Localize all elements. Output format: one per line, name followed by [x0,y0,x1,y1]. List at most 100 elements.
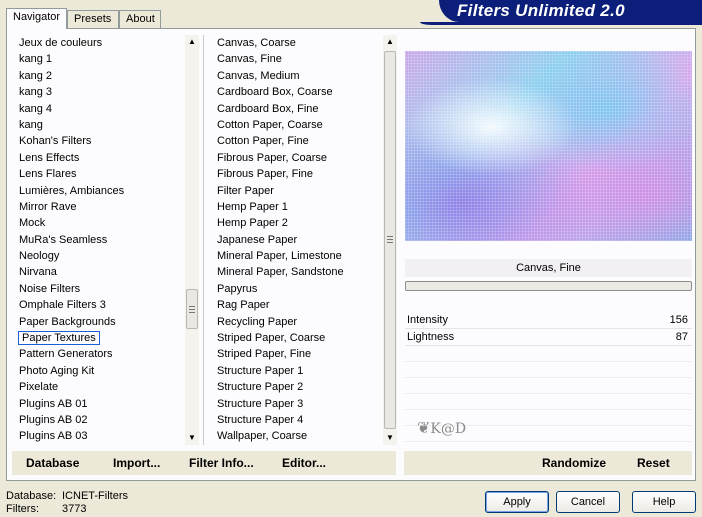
list-item[interactable]: Lens Flares [15,166,183,182]
list-item[interactable]: Cotton Paper, Coarse [213,117,381,133]
list-item[interactable]: Mineral Paper, Sandstone [213,264,381,280]
list-item[interactable]: Mirror Rave [15,199,183,215]
list-item[interactable]: kang [15,117,183,133]
scroll-thumb[interactable] [186,289,198,329]
cat-icon: ❦ [417,418,431,437]
list-item[interactable]: Japanese Paper [213,232,381,248]
list-item-label: Hemp Paper 2 [217,217,288,230]
list-item-label: Plugins AB 01 [19,397,88,410]
import-button[interactable]: Import... [113,456,160,470]
list-item[interactable]: Canvas, Coarse [213,35,381,51]
list-item[interactable]: Neology [15,248,183,264]
cancel-button[interactable]: Cancel [556,491,620,513]
tab-navigator[interactable]: Navigator [6,8,67,29]
list-item-label: Mock [19,217,46,230]
category-list[interactable]: Jeux de couleurs kang 1 kang 2 kang 3 kang 4… [15,35,183,445]
list-item-label: Lumières, Ambiances [19,184,125,197]
list-item[interactable]: Cardboard Box, Coarse [213,84,381,100]
database-label: Database: [6,490,57,502]
list-item[interactable]: kang 3 [15,84,183,100]
list-item[interactable]: Lens Effects [15,150,183,166]
banner-stripe [420,22,702,25]
list-item-label: Jeux de couleurs [19,37,103,49]
list-item[interactable]: kang 4 [15,101,183,117]
list-item[interactable]: Canvas, Medium [213,68,381,84]
list-item[interactable]: Noise Filters [15,281,183,297]
param-lightness[interactable]: Lightness 87 [405,329,692,346]
category-scrollbar[interactable]: ▲ ▼ [185,35,199,445]
database-button[interactable]: Database [26,456,79,470]
list-item[interactable]: Nirvana [15,264,183,280]
list-item[interactable]: Mock [15,215,183,231]
list-item[interactable]: Hemp Paper 1 [213,199,381,215]
filter-scrollbar[interactable]: ▲ ▼ [383,35,397,445]
apply-button[interactable]: Apply [485,491,549,513]
list-item[interactable]: Structure Paper 4 [213,412,381,428]
list-item[interactable]: Fibrous Paper, Coarse [213,150,381,166]
list-item-label: Plugins AB 02 [19,413,88,426]
list-item[interactable]: Plugins AB 02 [15,412,183,428]
list-item[interactable]: Striped Paper, Fine [213,346,381,362]
reset-button[interactable]: Reset [637,456,670,470]
list-item[interactable]: Kohan's Filters [15,133,183,149]
list-item[interactable]: kang 1 [15,51,183,67]
randomize-button[interactable]: Randomize [542,456,606,470]
list-item-label: Mineral Paper, Sandstone [217,266,344,279]
list-item[interactable]: Paper Textures [15,330,183,346]
list-item[interactable]: Lumières, Ambiances [15,183,183,199]
list-item-label: Kohan's Filters [19,135,92,148]
right-toolbar: Randomize Reset [404,451,692,475]
list-item[interactable]: Structure Paper 3 [213,396,381,412]
list-item[interactable]: Filter Paper [213,183,381,199]
list-item[interactable]: Recycling Paper [213,314,381,330]
list-item[interactable]: MuRa's Seamless [15,232,183,248]
tab-about[interactable]: About [119,10,161,28]
list-item-label: Filter Paper [217,184,274,197]
scroll-thumb[interactable] [384,51,396,429]
list-item[interactable]: Hemp Paper 2 [213,215,381,231]
list-item-label: Structure Paper 4 [217,413,304,426]
editor-button[interactable]: Editor... [282,456,326,470]
list-item-label: Japanese Paper [217,233,298,246]
list-item[interactable]: Striped Paper, Coarse [213,330,381,346]
scroll-down-icon[interactable]: ▼ [185,431,199,445]
tab-presets[interactable]: Presets [67,10,119,28]
list-item-label: Noise Filters [19,282,81,295]
list-item[interactable]: Plugins AB 03 [15,428,183,444]
list-item[interactable]: kang 2 [15,68,183,84]
list-item[interactable]: Fibrous Paper, Fine [213,166,381,182]
list-item[interactable]: Structure Paper 2 [213,379,381,395]
left-toolbar: Database Import... Filter Info... Editor… [12,451,396,475]
list-divider [203,35,204,445]
list-item-label: Rag Paper [217,299,270,312]
list-item[interactable]: Cotton Paper, Fine [213,133,381,149]
list-item-label: Neology [19,250,60,263]
list-item[interactable]: Rag Paper [213,297,381,313]
list-item[interactable]: Jeux de couleurs [15,35,183,51]
list-item[interactable]: Papyrus [213,281,381,297]
list-item[interactable]: Pixelate [15,379,183,395]
list-item[interactable]: Omphale Filters 3 [15,297,183,313]
list-item[interactable]: Plugins AB 01 [15,396,183,412]
list-item-label: Recycling Paper [217,315,298,328]
help-button[interactable]: Help [632,491,696,513]
list-item[interactable]: Canvas, Fine [213,51,381,67]
scroll-up-icon[interactable]: ▲ [383,35,397,49]
filter-preview-image [405,51,692,241]
scroll-up-icon[interactable]: ▲ [185,35,199,49]
list-item[interactable]: Pattern Generators [15,346,183,362]
list-item[interactable]: Wallpaper, Coarse [213,428,381,444]
list-item[interactable]: Mineral Paper, Limestone [213,248,381,264]
list-item[interactable]: Structure Paper 1 [213,363,381,379]
filters-count: 3773 [62,503,87,515]
app-title-banner: Filters Unlimited 2.0 [439,0,702,22]
list-item[interactable]: Cardboard Box, Fine [213,101,381,117]
watermark-logo: ❦K@D [417,418,467,437]
param-intensity[interactable]: Intensity 156 [405,312,692,329]
list-item-label: kang 2 [19,69,53,82]
list-item[interactable]: Photo Aging Kit [15,363,183,379]
list-item[interactable]: Paper Backgrounds [15,314,183,330]
scroll-down-icon[interactable]: ▼ [383,431,397,445]
filter-list[interactable]: Canvas, Coarse Canvas, Fine Canvas, Medium… [213,35,381,445]
filter-info-button[interactable]: Filter Info... [189,456,254,470]
